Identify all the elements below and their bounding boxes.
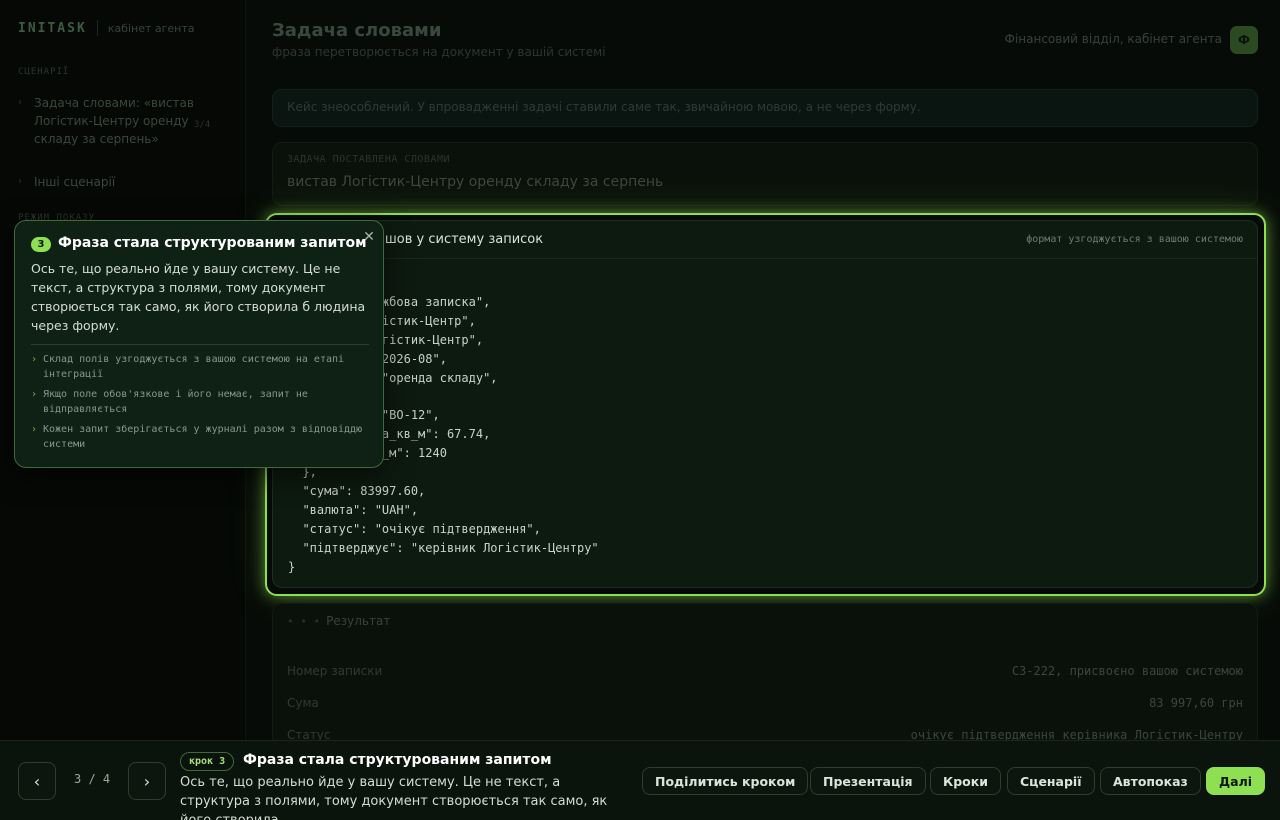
popover-title: Фраза стала структурованим запитом (58, 235, 367, 251)
page-title: Задача словами (272, 20, 442, 41)
list-item: › Якщо поле обов'язкове і його немає, зап… (31, 387, 371, 417)
result-key: Номер записки (287, 664, 383, 678)
info-notice: Кейс знеособлений. У впровадженні задачі… (272, 89, 1258, 127)
chevron-right-icon: › (31, 389, 38, 400)
sidebar-item-count: 3/4 (194, 120, 211, 130)
step-title: Фраза стала структурованим запитом (243, 752, 552, 768)
result-key: Сума (287, 696, 319, 710)
tour-popover: 3 Фраза стала структурованим запитом ✕ О… (14, 220, 384, 468)
sidebar-item-label: Інші сценарії (34, 175, 116, 189)
avatar[interactable]: Ф (1230, 26, 1258, 54)
dots-icon: • • • (287, 614, 321, 628)
tour-bottom-bar: ‹ 3 / 4 › крок 3 Фраза стала структурова… (0, 740, 1280, 820)
chevron-right-icon: › (18, 176, 22, 187)
step-counter: 3 / 4 (74, 772, 111, 786)
result-card: • • • Результат Номер записки СЗ-222, пр… (272, 603, 1258, 753)
list-item: › Кожен запит зберігається у журналі разо… (31, 422, 371, 452)
popover-body: Ось те, що реально йде у вашу систему. Ц… (31, 261, 366, 333)
chevron-right-icon: › (18, 97, 22, 108)
task-label: ЗАДАЧА ПОСТАВЛЕНА СЛОВАМИ (287, 154, 451, 165)
request-header: Запит, який пішов у систему записок форм… (273, 221, 1257, 259)
step-description: Ось те, що реально йде у вашу систему. Ц… (180, 775, 608, 820)
autoplay-button[interactable]: Автопоказ (1100, 767, 1201, 795)
divider (31, 344, 369, 345)
sidebar-item-scenario[interactable]: › Задача словами: «вистав Логістик-Центр… (18, 94, 232, 148)
step-badge: крок 3 (180, 752, 235, 771)
task-card: ЗАДАЧА ПОСТАВЛЕНА СЛОВАМИ вистав Логісти… (272, 142, 1258, 206)
scenarios-button[interactable]: Сценарії (1007, 767, 1095, 795)
brand-logo: INITASK (18, 20, 87, 36)
page-subtitle: фраза перетворюється на документ у вашій… (272, 45, 606, 59)
presentation-button[interactable]: Презентація (810, 767, 926, 795)
task-value: вистав Логістик-Центру оренду складу за … (287, 174, 664, 190)
breadcrumb: Фінансовий відділ, кабінет агента (1004, 32, 1222, 46)
bullet-text: Якщо поле обов'язкове і його немає, запи… (43, 389, 308, 415)
brand: INITASK кабінет агента (18, 20, 195, 36)
bullet-text: Кожен запит зберігається у журналі разом… (43, 424, 363, 450)
next-step-arrow-button[interactable]: › (128, 762, 166, 800)
chevron-right-icon: › (31, 424, 38, 435)
list-item: › Склад полів узгоджується з вашою систем… (31, 352, 371, 382)
popover-bullets: › Склад полів узгоджується з вашою систем… (31, 352, 371, 457)
brand-subtitle: кабінет агента (107, 21, 195, 35)
sidebar-item-other-scenarios[interactable]: › Інші сценарії (18, 173, 232, 191)
steps-button[interactable]: Кроки (930, 767, 1001, 795)
sidebar-section-label: СЦЕНАРІЇ (18, 67, 70, 77)
close-icon[interactable]: ✕ (361, 229, 377, 245)
result-value: СЗ-222, присвоєно вашою системою (1011, 664, 1243, 678)
sidebar-item-label: Задача словами: «вистав Логістик-Центру … (34, 96, 194, 146)
share-step-button[interactable]: Поділитись кроком (642, 767, 809, 795)
result-value: 83 997,60 грн (1149, 696, 1243, 710)
result-row: Сума 83 997,60 грн (287, 696, 1243, 710)
request-card: Запит, який пішов у систему записок форм… (272, 220, 1258, 588)
prev-step-button[interactable]: ‹ (18, 762, 56, 800)
bullet-text: Склад полів узгоджується з вашою системо… (43, 354, 345, 380)
step-number-badge: 3 (31, 237, 51, 252)
next-button[interactable]: Далі (1206, 767, 1266, 795)
result-header: • • • Результат (287, 614, 1243, 628)
result-row: Номер записки СЗ-222, присвоєно вашою си… (287, 664, 1243, 678)
chevron-right-icon: › (31, 354, 38, 365)
brand-divider (96, 20, 98, 36)
request-format-note: формат узгоджується з вашою системою (1026, 234, 1243, 245)
result-title: Результат (326, 614, 391, 628)
